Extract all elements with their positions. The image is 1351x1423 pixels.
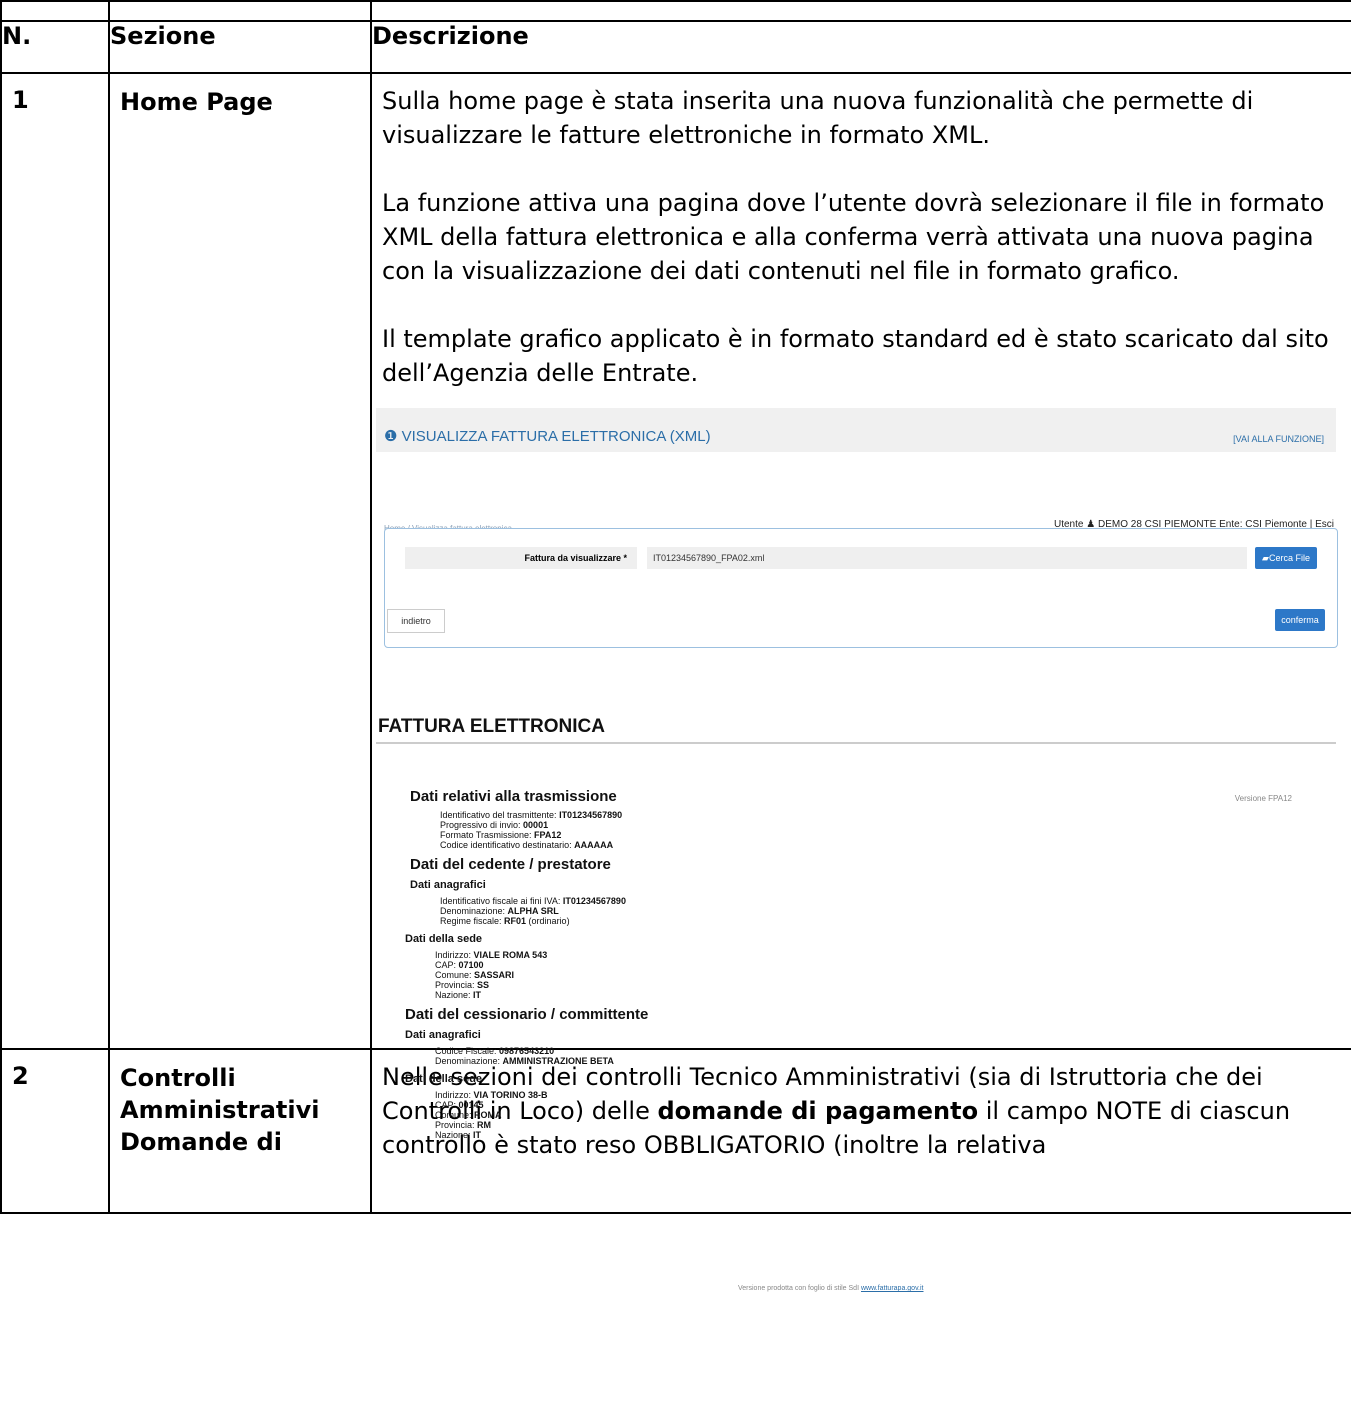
header-row: N. Sezione Descrizione bbox=[0, 20, 1351, 74]
row-section: Controlli Amministrativi Domande di bbox=[108, 1048, 372, 1214]
section-title: Dati del cedente / prestatore bbox=[410, 856, 611, 873]
subsection-title: Dati anagrafici bbox=[405, 1029, 481, 1041]
header-sezione: Sezione bbox=[108, 20, 372, 74]
row-description: Sulla home page è stata inserita una nuo… bbox=[370, 72, 1351, 1050]
file-field-label: Fattura da visualizzare * bbox=[405, 547, 637, 569]
embedded-screenshot: ❶ VISUALIZZA FATTURA ELETTRONICA (XML) [… bbox=[376, 408, 1338, 972]
info-icon: ❶ bbox=[384, 428, 402, 445]
invoice-title: FATTURA ELETTRONICA bbox=[378, 716, 605, 737]
invoice-footer: Versione prodotta con foglio di stile Sd… bbox=[738, 1285, 924, 1292]
kv-block: Codice Fiscale: 09876543210 Denominazion… bbox=[435, 1046, 614, 1066]
folder-icon: ▰ bbox=[1262, 553, 1269, 563]
subsection-title: Dati della sede bbox=[405, 933, 483, 945]
kv-block: Indirizzo: VIALE ROMA 543 CAP: 07100 Com… bbox=[435, 950, 548, 1000]
top-spacer-row bbox=[0, 0, 1351, 22]
function-bar: ❶ VISUALIZZA FATTURA ELETTRONICA (XML) [… bbox=[376, 408, 1336, 452]
header-num: N. bbox=[0, 20, 110, 74]
version-label: Versione FPA12 bbox=[1234, 794, 1292, 803]
subsection-title: Dati anagrafici bbox=[410, 879, 486, 891]
desc-paragraph: Il template grafico applicato è in forma… bbox=[382, 325, 1329, 387]
desc-paragraph: Sulla home page è stata inserita una nuo… bbox=[382, 87, 1254, 149]
row-section: Home Page bbox=[108, 72, 372, 1050]
row-number: 2 bbox=[0, 1048, 110, 1214]
fatturapa-link[interactable]: www.fatturapa.gov.it bbox=[861, 1285, 924, 1292]
invoice-extra: Dati della sede Indirizzo: VIALE ROMA 54… bbox=[405, 930, 1005, 1146]
header-descrizione: Descrizione bbox=[370, 20, 1351, 74]
back-button[interactable]: indietro bbox=[387, 609, 445, 633]
invoice-content: Dati relativi alla trasmissione Identifi… bbox=[410, 788, 1010, 932]
search-file-button[interactable]: ▰Cerca File bbox=[1255, 547, 1317, 569]
table-row: 1 Home Page Sulla home page è stata inse… bbox=[0, 72, 1351, 1050]
section-title: Dati relativi alla trasmissione bbox=[410, 788, 617, 805]
kv-block: Identificativo fiscale ai fini IVA: IT01… bbox=[440, 896, 626, 926]
section-title: Dati del cessionario / committente bbox=[405, 1006, 649, 1023]
upload-panel: Fattura da visualizzare * IT01234567890_… bbox=[384, 528, 1338, 648]
kv-block: Identificativo del trasmittente: IT01234… bbox=[440, 810, 623, 850]
kv-block: Indirizzo: VIA TORINO 38-B CAP: 00145 Co… bbox=[435, 1090, 548, 1140]
subsection-title: Dati della sede bbox=[405, 1073, 483, 1085]
function-title: VISUALIZZA FATTURA ELETTRONICA (XML) bbox=[401, 428, 711, 445]
confirm-button[interactable]: conferma bbox=[1275, 609, 1325, 631]
row-number: 1 bbox=[0, 72, 110, 1050]
go-to-function-link[interactable]: [VAI ALLA FUNZIONE] bbox=[1233, 422, 1324, 456]
file-input[interactable]: IT01234567890_FPA02.xml bbox=[647, 547, 1247, 569]
desc-paragraph: La funzione attiva una pagina dove l’ute… bbox=[382, 189, 1325, 285]
